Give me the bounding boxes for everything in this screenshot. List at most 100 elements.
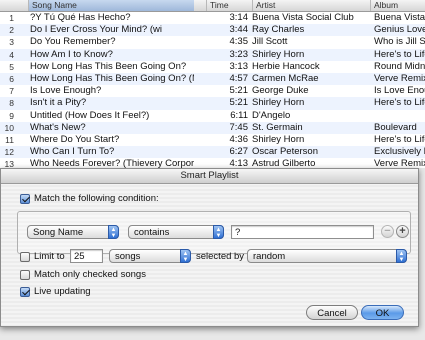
track-album: Here's to Life	[374, 133, 425, 145]
smart-playlist-dialog: Smart Playlist Match the following condi…	[0, 168, 419, 327]
ok-button[interactable]: OK	[361, 305, 404, 320]
track-artist: Ray Charles	[252, 24, 305, 36]
limit-unit-popup[interactable]: songs ▲ ▼	[109, 249, 191, 263]
live-updating-label: Live updating	[34, 286, 91, 297]
track-song-name: Who Needs Forever? (Thievery Corporatio.…	[30, 158, 194, 168]
track-artist: Oscar Peterson	[252, 146, 318, 158]
track-number: 1	[9, 13, 14, 23]
track-artist: Shirley Horn	[252, 97, 305, 109]
column-header-time[interactable]: Time	[206, 0, 252, 11]
track-artist: D'Angelo	[252, 109, 291, 121]
track-time: 5:21	[229, 97, 249, 109]
track-song-name: Isn't it a Pity?	[30, 97, 87, 109]
track-number: 6	[9, 73, 14, 84]
checked-only-checkbox[interactable]	[20, 270, 30, 280]
track-artist: Jill Scott	[252, 36, 288, 48]
track-rows: 1?Y Tú Qué Has Hecho?➜3:14Buena Vista So…	[0, 12, 425, 168]
limit-label: Limit to	[34, 251, 65, 262]
field-popup-value: Song Name	[33, 227, 84, 238]
match-condition-checkbox[interactable]	[20, 194, 30, 204]
track-artist: Shirley Horn	[252, 133, 305, 145]
track-number: 10	[4, 122, 14, 133]
track-number: 9	[9, 110, 14, 121]
dialog-title: Smart Playlist	[1, 169, 418, 184]
track-time: 6:11	[230, 109, 248, 121]
track-album: Round Midnig	[374, 60, 425, 72]
track-song-name: ?Y Tú Qué Has Hecho?	[30, 12, 131, 23]
track-song-name: How Am I to Know?	[30, 48, 113, 60]
track-time: 3:14	[229, 12, 249, 23]
track-number: 4	[9, 49, 14, 60]
track-number: 12	[4, 147, 14, 158]
track-album: Boulevard	[374, 121, 417, 133]
limit-amount-input[interactable]: 25	[70, 249, 103, 263]
track-row[interactable]: 11Where Do You Start?➜4:36Shirley HornHe…	[0, 134, 425, 146]
track-number: 5	[9, 61, 14, 72]
live-updating-checkbox[interactable]	[20, 287, 30, 297]
track-artist: Buena Vista Social Club	[252, 12, 354, 23]
track-album: Here's to Life	[374, 48, 425, 60]
track-song-name: How Long Has This Been Going On? (MJ C..…	[30, 72, 194, 84]
track-row[interactable]: 1?Y Tú Qué Has Hecho?➜3:14Buena Vista So…	[0, 12, 425, 24]
track-row[interactable]: 2Do I Ever Cross Your Mind? (wi➜3:44Ray …	[0, 24, 425, 37]
column-header-artist[interactable]: Artist	[252, 0, 370, 11]
track-time: 3:23	[229, 48, 249, 60]
track-album: Exclusively Fo	[374, 146, 425, 158]
remove-rule-button[interactable]: −	[381, 225, 394, 238]
track-row[interactable]: 8Isn't it a Pity?➜5:21Shirley HornHere's…	[0, 97, 425, 110]
track-row[interactable]: 6 How Long Has This Been Going On? (MJ C.…	[0, 72, 425, 86]
track-time: 4:57	[229, 72, 249, 84]
selected-by-label: selected by	[196, 251, 245, 262]
track-time: 7:45	[229, 121, 249, 133]
track-row[interactable]: 7Is Love Enough?➜5:21George DukeIs Love …	[0, 85, 425, 97]
track-song-name: Is Love Enough?	[30, 85, 102, 97]
track-number: 13	[4, 159, 14, 168]
track-time: 4:35	[229, 36, 249, 48]
track-artist: Carmen McRae	[252, 72, 319, 84]
track-album: Here's to Life	[374, 97, 425, 109]
up-down-arrows-icon: ▲ ▼	[396, 249, 407, 263]
up-down-arrows-icon: ▲ ▼	[180, 249, 191, 263]
column-header-bar: Song Name Time Artist Album	[0, 0, 425, 12]
track-row[interactable]: 10What's New?➜7:45St. GermainBoulevard	[0, 121, 425, 134]
rule-value-input[interactable]: ?	[231, 225, 374, 239]
track-artist: Astrud Gilberto	[252, 158, 316, 168]
field-popup[interactable]: Song Name ▲ ▼	[27, 225, 119, 239]
operator-popup-value: contains	[134, 227, 170, 238]
track-song-name: Do I Ever Cross Your Mind? (wi	[30, 24, 162, 36]
track-number: 8	[9, 98, 14, 109]
track-album: Verve Remixe	[374, 158, 425, 168]
track-row[interactable]: 4How Am I to Know?➜3:23Shirley HornHere'…	[0, 48, 425, 61]
limit-checkbox[interactable]	[20, 252, 30, 262]
track-album: Who is Jill Sc	[374, 36, 425, 48]
track-album: Buena Vista S	[374, 12, 425, 23]
track-time: 6:27	[229, 146, 249, 158]
track-row[interactable]: 3Do You Remember?➜4:35Jill ScottWho is J…	[0, 36, 425, 48]
track-song-name: How Long Has This Been Going On?	[30, 60, 187, 72]
track-row[interactable]: 9Untitled (How Does It Feel?)➜6:11D'Ange…	[0, 110, 425, 122]
track-song-name: Do You Remember?	[30, 36, 116, 48]
track-time: 4:36	[229, 133, 249, 145]
track-row[interactable]: 5How Long Has This Been Going On?➜3:13He…	[0, 61, 425, 73]
track-album: Verve Remixe	[374, 72, 425, 84]
limit-unit-value: songs	[115, 251, 141, 262]
track-row[interactable]: 13 Who Needs Forever? (Thievery Corporati…	[0, 158, 425, 168]
track-album: Is Love Enoug	[374, 85, 425, 97]
track-artist: Herbie Hancock	[252, 60, 320, 72]
cancel-button[interactable]: Cancel	[306, 305, 358, 320]
selected-by-popup[interactable]: random ▲ ▼	[247, 249, 407, 263]
track-song-name: Where Do You Start?	[30, 133, 120, 145]
column-header-album[interactable]: Album	[370, 0, 425, 11]
track-number: 7	[9, 86, 14, 97]
up-down-arrows-icon: ▲ ▼	[108, 225, 119, 239]
track-song-name: What's New?	[30, 121, 86, 133]
track-row[interactable]: 12Who Can I Turn To?➜6:27Oscar PetersonE…	[0, 146, 425, 159]
operator-popup[interactable]: contains ▲ ▼	[128, 225, 224, 239]
track-album: Genius Loves	[374, 24, 425, 36]
track-time: 4:13	[229, 158, 249, 168]
selected-by-value: random	[253, 251, 286, 262]
checked-only-label: Match only checked songs	[34, 269, 146, 280]
track-number: 3	[9, 37, 14, 48]
column-header-song[interactable]: Song Name	[28, 0, 194, 11]
add-rule-button[interactable]: +	[396, 225, 409, 238]
